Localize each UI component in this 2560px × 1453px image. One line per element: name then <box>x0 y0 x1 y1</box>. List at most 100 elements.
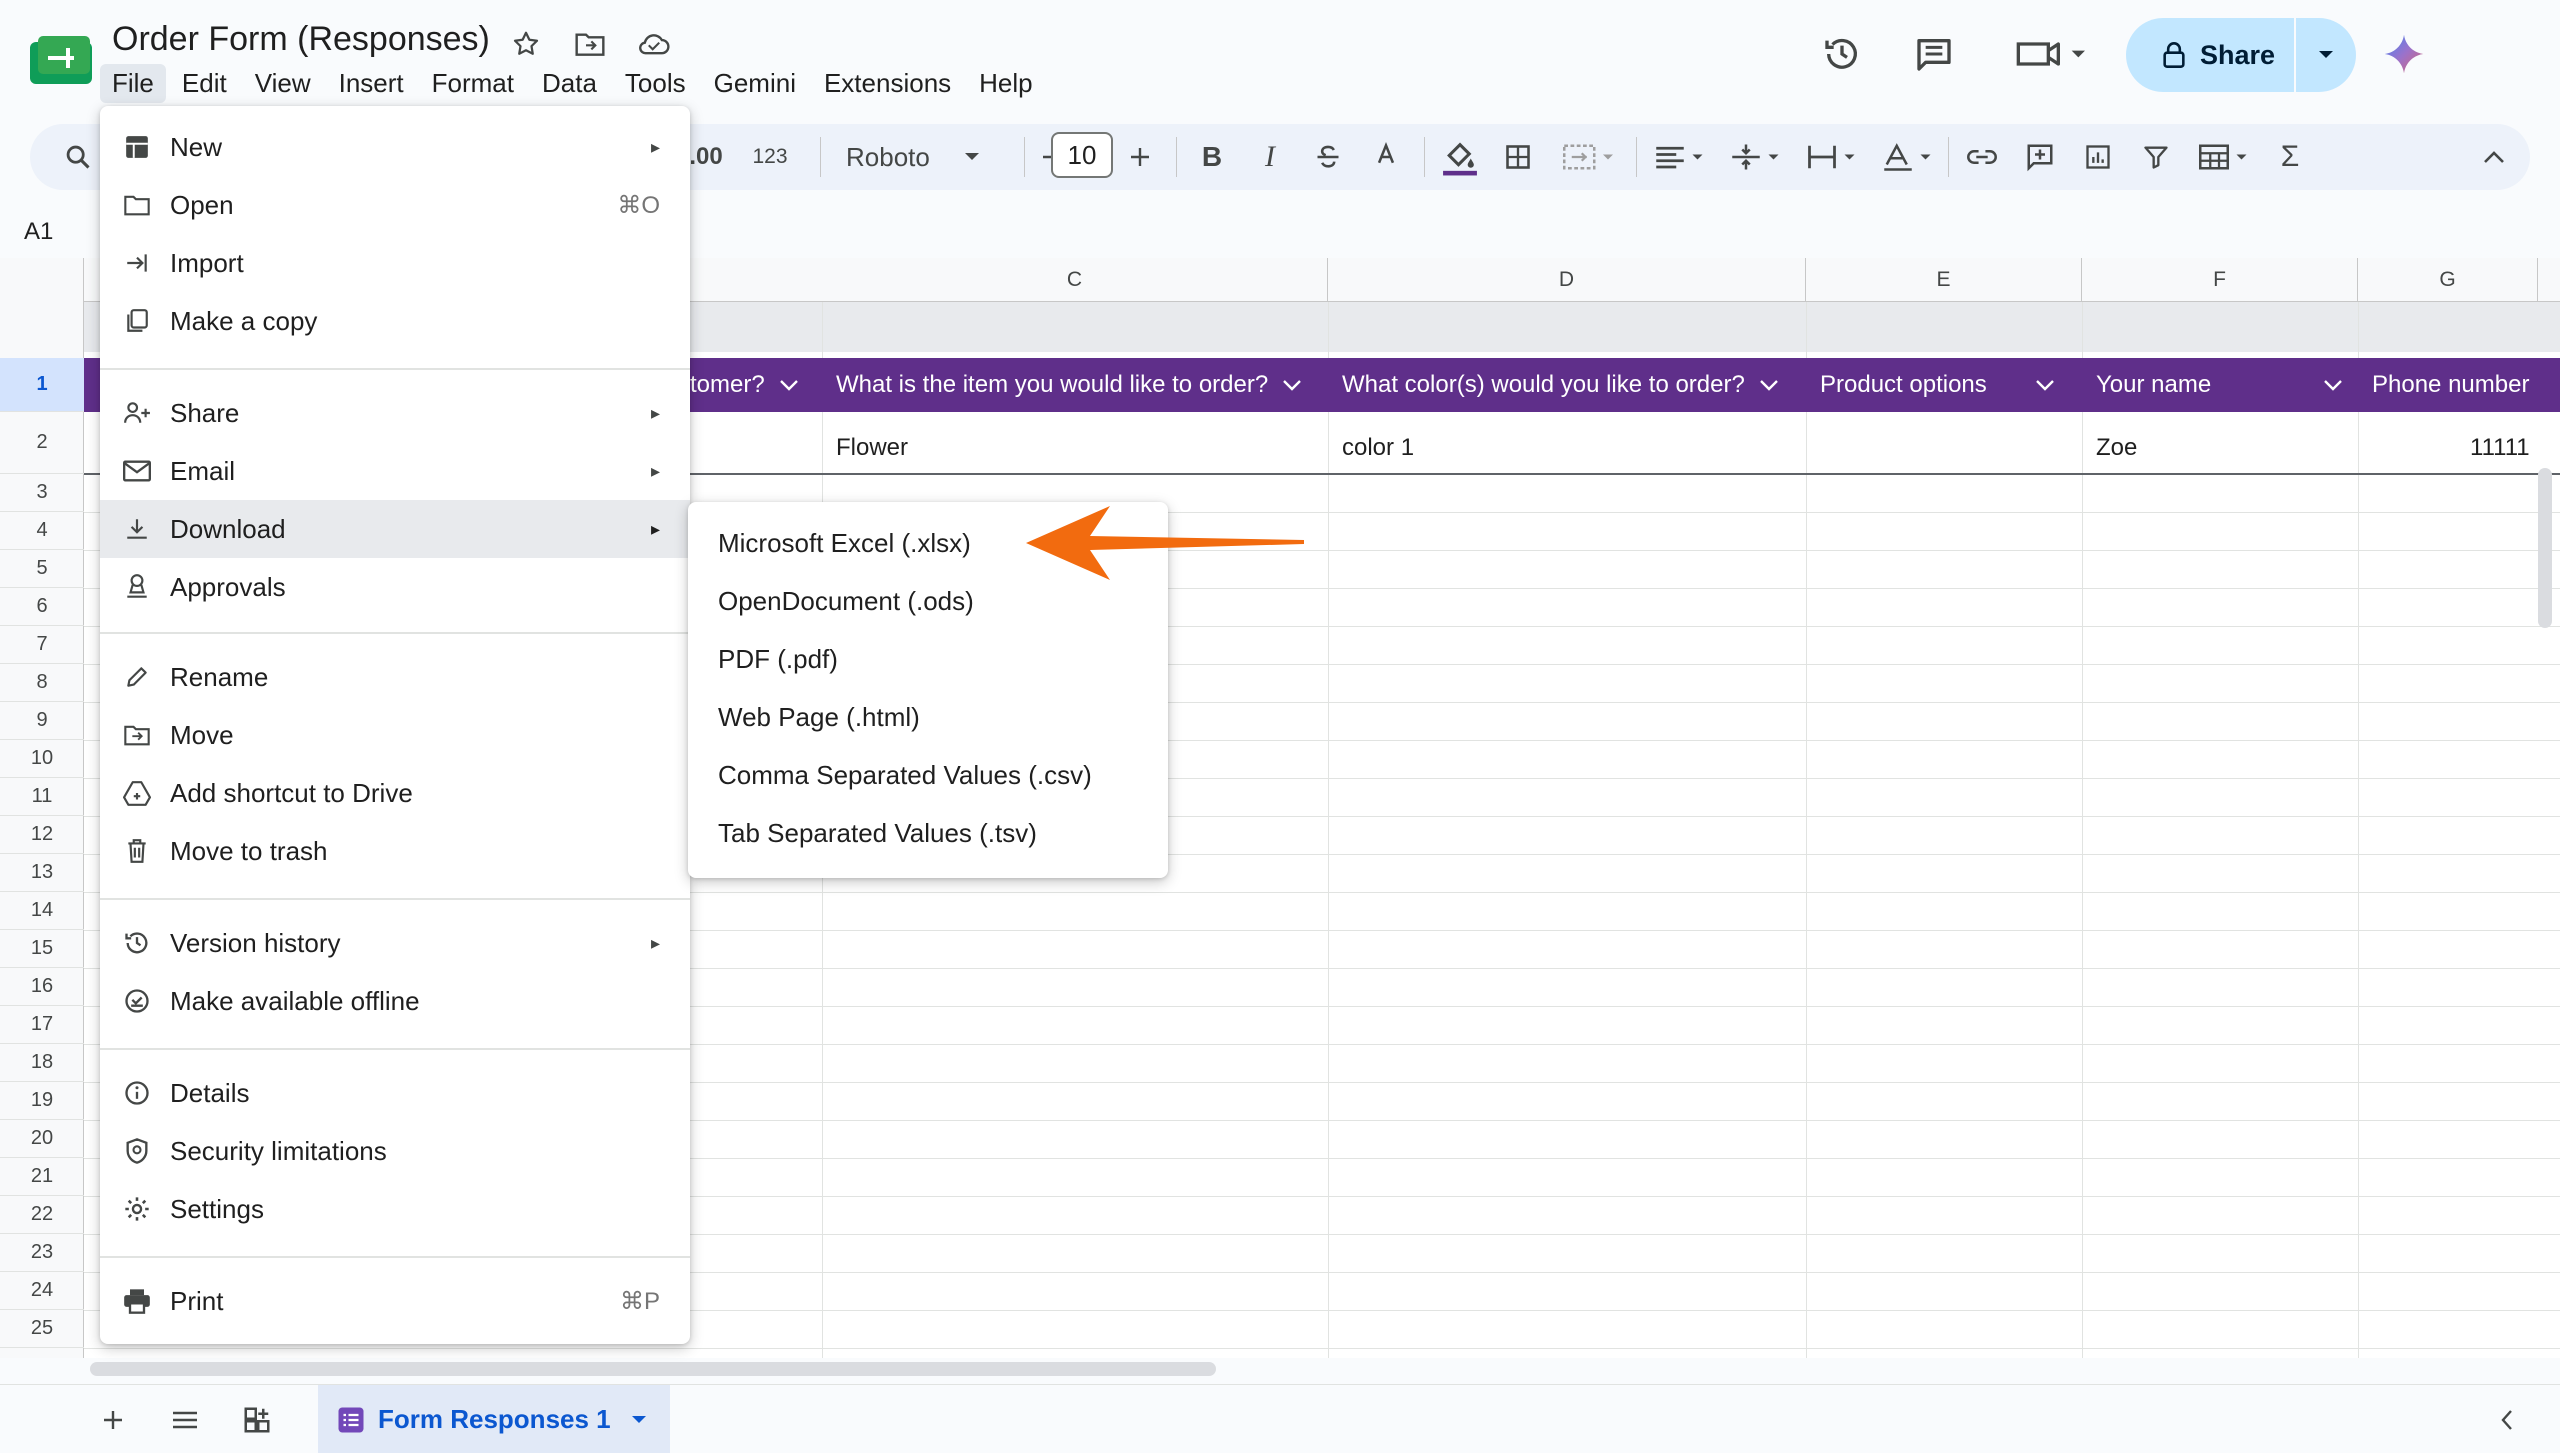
download-option-html[interactable]: Web Page (.html) <box>688 688 1168 746</box>
sheet-tab-form-responses[interactable]: Form Responses 1 <box>318 1385 670 1453</box>
row-header-11[interactable]: 11 <box>0 778 84 816</box>
row-header-16[interactable]: 16 <box>0 968 84 1006</box>
row-header-13[interactable]: 13 <box>0 854 84 892</box>
column-header-d[interactable]: D <box>1328 258 1806 302</box>
row-header-10[interactable]: 10 <box>0 740 84 778</box>
insert-chart-icon[interactable] <box>2076 124 2120 190</box>
menu-item-make-a-copy[interactable]: Make a copy <box>100 292 690 350</box>
all-sheets-menu-icon[interactable] <box>162 1397 208 1443</box>
menu-item-new[interactable]: New ▸ <box>100 118 690 176</box>
cell-g2[interactable]: 11111 <box>2470 434 2530 462</box>
row-header-6[interactable]: 6 <box>0 588 84 626</box>
table-view-icon[interactable] <box>2188 124 2260 190</box>
menu-data[interactable]: Data <box>530 64 609 103</box>
row-header-19[interactable]: 19 <box>0 1082 84 1120</box>
font-family-select[interactable]: Roboto <box>830 124 1010 190</box>
row-header-8[interactable]: 8 <box>0 664 84 702</box>
merge-cells-icon[interactable] <box>1552 124 1624 190</box>
vertical-scrollbar[interactable] <box>2538 468 2552 628</box>
menu-help[interactable]: Help <box>967 64 1044 103</box>
menu-format[interactable]: Format <box>420 64 526 103</box>
menu-edit[interactable]: Edit <box>170 64 239 103</box>
header-cell-customer[interactable]: tomer? <box>690 358 822 412</box>
document-title[interactable]: Order Form (Responses) <box>112 20 490 59</box>
search-menus-icon[interactable] <box>58 124 98 190</box>
menu-item-details[interactable]: Details <box>100 1064 690 1122</box>
chevron-down-icon[interactable] <box>631 1415 647 1425</box>
menu-item-download[interactable]: Download ▸ <box>100 500 690 558</box>
functions-sigma-icon[interactable]: Σ <box>2268 124 2312 190</box>
menu-item-approvals[interactable]: Approvals <box>100 558 690 616</box>
share-button[interactable]: Share <box>2126 18 2356 92</box>
share-dropdown-chevron-icon[interactable] <box>2296 18 2356 92</box>
version-history-icon[interactable] <box>1818 30 1866 78</box>
text-wrapping-icon[interactable] <box>1796 124 1868 190</box>
header-cell-phone[interactable]: Phone number <box>2358 358 2538 412</box>
text-rotation-icon[interactable] <box>1872 124 1944 190</box>
menu-item-security-limitations[interactable]: Security limitations <box>100 1122 690 1180</box>
row-header-12[interactable]: 12 <box>0 816 84 854</box>
column-header-f[interactable]: F <box>2082 258 2358 302</box>
row-header-17[interactable]: 17 <box>0 1006 84 1044</box>
row-header-3[interactable]: 3 <box>0 474 84 512</box>
row-header-25[interactable]: 25 <box>0 1310 84 1348</box>
insert-comment-icon[interactable] <box>2018 124 2062 190</box>
vertical-align-icon[interactable] <box>1720 124 1792 190</box>
row-header-20[interactable]: 20 <box>0 1120 84 1158</box>
column-header-e[interactable]: E <box>1806 258 2082 302</box>
gemini-sparkle-icon[interactable] <box>2380 30 2428 78</box>
star-icon[interactable] <box>506 24 546 64</box>
row-header-9[interactable]: 9 <box>0 702 84 740</box>
font-size-input[interactable]: 10 <box>1051 132 1113 178</box>
horizontal-scrollbar[interactable] <box>90 1362 1216 1376</box>
insert-link-icon[interactable] <box>1960 124 2004 190</box>
menu-item-add-shortcut-to-drive[interactable]: Add shortcut to Drive <box>100 764 690 822</box>
header-cell-your-name[interactable]: Your name <box>2082 358 2358 412</box>
menu-item-rename[interactable]: Rename <box>100 648 690 706</box>
italic-icon[interactable]: I <box>1248 124 1292 190</box>
row-header-7[interactable]: 7 <box>0 626 84 664</box>
bold-icon[interactable]: B <box>1190 124 1234 190</box>
fill-color-icon[interactable] <box>1436 124 1484 190</box>
cell-f2[interactable]: Zoe <box>2096 434 2137 462</box>
menu-item-settings[interactable]: Settings <box>100 1180 690 1238</box>
row-header-24[interactable]: 24 <box>0 1272 84 1310</box>
text-color-icon[interactable] <box>1364 124 1408 190</box>
menu-insert[interactable]: Insert <box>327 64 416 103</box>
row-header-5[interactable]: 5 <box>0 550 84 588</box>
menu-item-move[interactable]: Move <box>100 706 690 764</box>
menu-item-open[interactable]: Open ⌘O <box>100 176 690 234</box>
meet-video-icon[interactable] <box>2010 30 2090 78</box>
menu-tools[interactable]: Tools <box>613 64 698 103</box>
row-header-21[interactable]: 21 <box>0 1158 84 1196</box>
more-formats-button[interactable]: 123 <box>740 124 800 190</box>
horizontal-align-icon[interactable] <box>1644 124 1716 190</box>
menu-item-email[interactable]: Email ▸ <box>100 442 690 500</box>
sheets-logo-icon[interactable] <box>30 36 92 84</box>
menu-item-make-available-offline[interactable]: Make available offline <box>100 972 690 1030</box>
menu-extensions[interactable]: Extensions <box>812 64 963 103</box>
name-box[interactable]: A1 <box>24 218 53 246</box>
menu-item-share[interactable]: Share ▸ <box>100 384 690 442</box>
row-header-22[interactable]: 22 <box>0 1196 84 1234</box>
cell-c2[interactable]: Flower <box>836 434 908 462</box>
row-header-18[interactable]: 18 <box>0 1044 84 1082</box>
column-header-g[interactable]: G <box>2358 258 2538 302</box>
header-cell-item[interactable]: What is the item you would like to order… <box>822 358 1328 412</box>
filter-icon[interactable] <box>2134 124 2178 190</box>
download-option-tsv[interactable]: Tab Separated Values (.tsv) <box>688 804 1168 862</box>
increase-font-size-icon[interactable] <box>1118 124 1162 190</box>
download-option-csv[interactable]: Comma Separated Values (.csv) <box>688 746 1168 804</box>
download-option-pdf[interactable]: PDF (.pdf) <box>688 630 1168 688</box>
move-folder-icon[interactable] <box>570 24 610 64</box>
collapse-toolbar-chevron-icon[interactable] <box>2472 124 2516 190</box>
strikethrough-icon[interactable] <box>1306 124 1350 190</box>
row-header-15[interactable]: 15 <box>0 930 84 968</box>
add-sheet-icon[interactable] <box>90 1397 136 1443</box>
cell-d2[interactable]: color 1 <box>1342 434 1414 462</box>
row-header-1[interactable]: 1 <box>0 358 84 412</box>
column-header-c[interactable]: C <box>822 258 1328 302</box>
menu-item-version-history[interactable]: Version history ▸ <box>100 914 690 972</box>
row-header-23[interactable]: 23 <box>0 1234 84 1272</box>
row-header-14[interactable]: 14 <box>0 892 84 930</box>
